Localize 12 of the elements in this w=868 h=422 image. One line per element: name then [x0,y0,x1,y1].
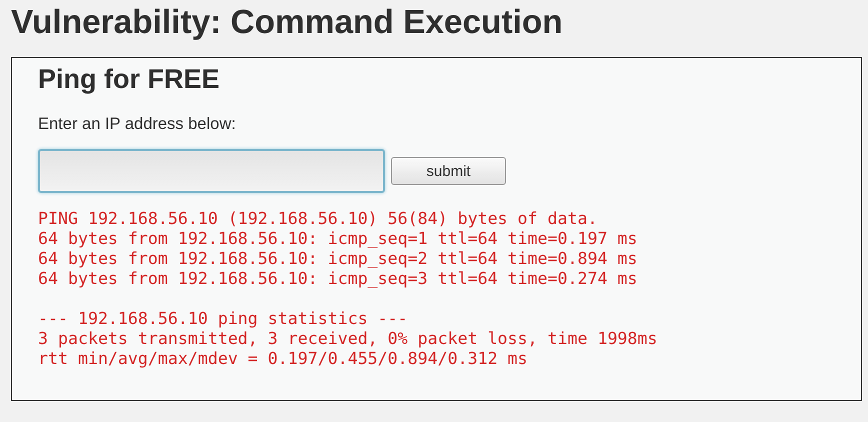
field-label: Enter an IP address below: [38,115,236,134]
output-line: 64 bytes from 192.168.56.10: icmp_seq=2 ttl=64 time=0.894 ms [38,249,638,269]
form-heading: Ping for FREE [38,63,220,96]
output-line: rtt min/avg/max/mdev = 0.197/0.455/0.894/0.312 ms [38,349,528,369]
page-title: Vulnerability: Command Execution [11,4,563,42]
output-line: 64 bytes from 192.168.56.10: icmp_seq=1 ttl=64 time=0.197 ms [38,229,638,249]
submit-button[interactable]: submit [391,157,506,185]
output-line: 3 packets transmitted, 3 received, 0% packet loss, time 1998ms [38,329,658,349]
output-line: --- 192.168.56.10 ping statistics --- [38,309,408,329]
output-line: 64 bytes from 192.168.56.10: icmp_seq=3 ttl=64 time=0.274 ms [38,269,638,289]
ip-input-field[interactable] [38,149,385,193]
output-line: PING 192.168.56.10 (192.168.56.10) 56(84) bytes of data. [38,209,598,229]
